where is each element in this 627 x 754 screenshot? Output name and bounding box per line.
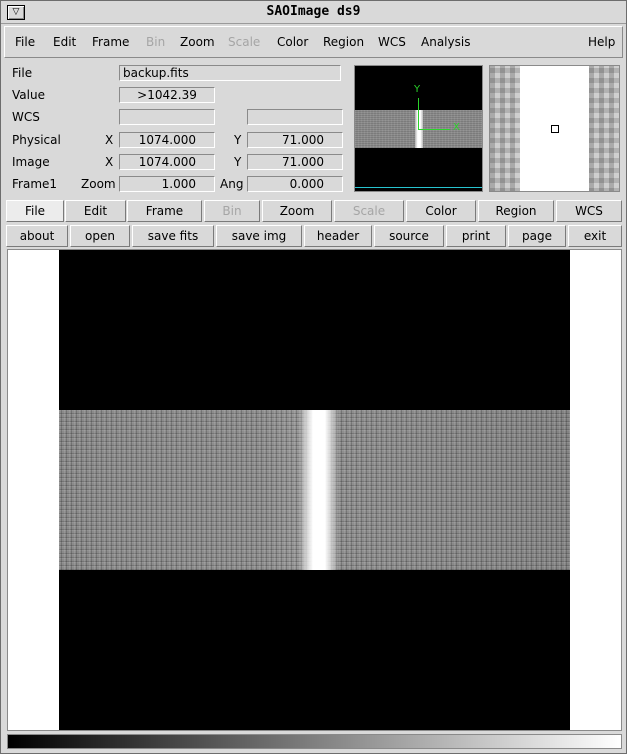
button-header[interactable]: header	[304, 225, 372, 247]
menu-zoom[interactable]: Zoom	[180, 35, 215, 49]
menu-frame[interactable]: Frame	[92, 35, 129, 49]
window-title: SAOImage ds9	[266, 4, 361, 19]
frame-label: Frame1	[12, 177, 58, 191]
wcs-value-field-1	[119, 109, 215, 125]
button-frame[interactable]: Frame	[127, 200, 202, 222]
menu-help[interactable]: Help	[588, 35, 615, 49]
magnifier-view	[489, 65, 620, 192]
title-bar[interactable]: ▽ SAOImage ds9	[1, 1, 626, 24]
fits-image-frame[interactable]	[59, 250, 570, 730]
button-about[interactable]: about	[6, 225, 68, 247]
button-source[interactable]: source	[374, 225, 444, 247]
ds9-window: ▽ SAOImage ds9 File Edit Frame Bin Zoom …	[0, 0, 627, 754]
physical-x-field: 1074.000	[119, 132, 215, 148]
image-y-field: 71.000	[247, 154, 343, 170]
menu-file[interactable]: File	[15, 35, 35, 49]
image-display[interactable]	[7, 249, 622, 731]
physical-x-label: X	[105, 133, 114, 147]
panner-x-axis	[418, 129, 450, 130]
wcs-value-field-2	[247, 109, 343, 125]
menu-color[interactable]: Color	[277, 35, 308, 49]
magnifier-pixels-left	[490, 66, 520, 191]
button-save-fits[interactable]: save fits	[132, 225, 214, 247]
image-y-label: Y	[234, 155, 242, 169]
menu-bar: File Edit Frame Bin Zoom Scale Color Reg…	[4, 26, 623, 58]
panner-y-axis	[418, 98, 419, 130]
menu-region[interactable]: Region	[323, 35, 364, 49]
physical-y-label: Y	[234, 133, 242, 147]
menu-edit[interactable]: Edit	[53, 35, 76, 49]
magnifier-pixels-right	[589, 66, 619, 191]
colorbar[interactable]	[7, 734, 622, 749]
panner-bbox[interactable]	[355, 187, 482, 188]
info-panel: File backup.fits Value >1042.39 WCS Phys…	[7, 62, 348, 196]
button-exit[interactable]: exit	[568, 225, 622, 247]
zoom-field: 1.000	[119, 176, 215, 192]
button-bin[interactable]: Bin	[204, 200, 260, 222]
bright-streak	[299, 410, 339, 570]
button-scale[interactable]: Scale	[334, 200, 404, 222]
menu-bin[interactable]: Bin	[146, 35, 165, 49]
button-color[interactable]: Color	[406, 200, 476, 222]
button-region[interactable]: Region	[478, 200, 554, 222]
button-edit[interactable]: Edit	[65, 200, 126, 222]
angle-label: Ang	[220, 177, 244, 191]
button-file[interactable]: File	[6, 200, 64, 222]
physical-y-field: 71.000	[247, 132, 343, 148]
button-page[interactable]: page	[508, 225, 566, 247]
panner-y-axis-label: Y	[414, 84, 421, 95]
button-print[interactable]: print	[446, 225, 506, 247]
value-label: Value	[12, 88, 45, 102]
pixel-value-field: >1042.39	[119, 87, 215, 103]
image-x-field: 1074.000	[119, 154, 215, 170]
file-label: File	[12, 66, 33, 80]
file-name-field: backup.fits	[119, 65, 341, 81]
button-save-img[interactable]: save img	[216, 225, 302, 247]
panner-x-axis-label: X	[453, 122, 460, 133]
panner-view[interactable]: Y X	[354, 65, 483, 192]
wcs-label: WCS	[12, 110, 40, 124]
image-x-label: X	[105, 155, 114, 169]
menu-wcs[interactable]: WCS	[378, 35, 406, 49]
menu-analysis[interactable]: Analysis	[421, 35, 470, 49]
button-wcs[interactable]: WCS	[556, 200, 622, 222]
physical-label: Physical	[12, 133, 61, 147]
angle-field: 0.000	[247, 176, 343, 192]
menu-scale[interactable]: Scale	[228, 35, 260, 49]
button-zoom[interactable]: Zoom	[262, 200, 332, 222]
zoom-label: Zoom	[81, 177, 116, 191]
image-label: Image	[12, 155, 50, 169]
magnifier-cursor-box	[551, 125, 559, 133]
button-open[interactable]: open	[70, 225, 130, 247]
